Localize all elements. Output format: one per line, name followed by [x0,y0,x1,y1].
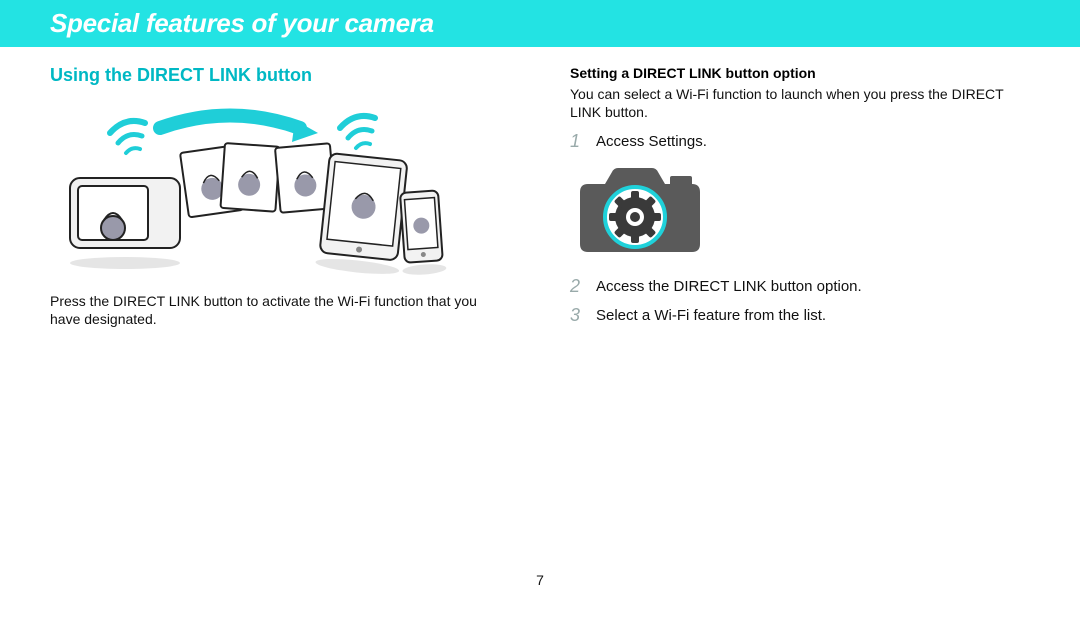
step-item: 1 Access Settings. [570,131,1030,152]
steps-list-continued: 2 Access the DIRECT LINK button option. … [570,276,1030,326]
step-text: Access Settings. [596,131,707,150]
steps-list: 1 Access Settings. [570,131,1030,152]
step-item: 2 Access the DIRECT LINK button option. [570,276,1030,297]
left-body-text: Press the DIRECT LINK button to activate… [50,292,510,328]
step-text: Select a Wi-Fi feature from the list. [596,305,826,324]
right-column: Setting a DIRECT LINK button option You … [570,65,1030,338]
content-area: Using the DIRECT LINK button [0,47,1080,338]
header-band: Special features of your camera [0,0,1080,47]
device-sharing-illustration [50,98,450,278]
step-item: 3 Select a Wi-Fi feature from the list. [570,305,1030,326]
camera-gear-icon-svg [570,162,710,257]
page-title: Special features of your camera [50,8,1080,39]
step-number: 2 [570,276,586,297]
camera-settings-icon [570,162,1030,262]
step-text: Access the DIRECT LINK button option. [596,276,862,295]
manual-page: Special features of your camera Using th… [0,0,1080,630]
left-column: Using the DIRECT LINK button [50,65,510,338]
page-number: 7 [536,572,544,588]
step-number: 3 [570,305,586,326]
right-body-text: You can select a Wi-Fi function to launc… [570,85,1030,121]
sharing-illustration-svg [50,98,450,278]
step-number: 1 [570,131,586,152]
left-subtitle: Using the DIRECT LINK button [50,65,510,86]
right-subtitle: Setting a DIRECT LINK button option [570,65,1030,81]
